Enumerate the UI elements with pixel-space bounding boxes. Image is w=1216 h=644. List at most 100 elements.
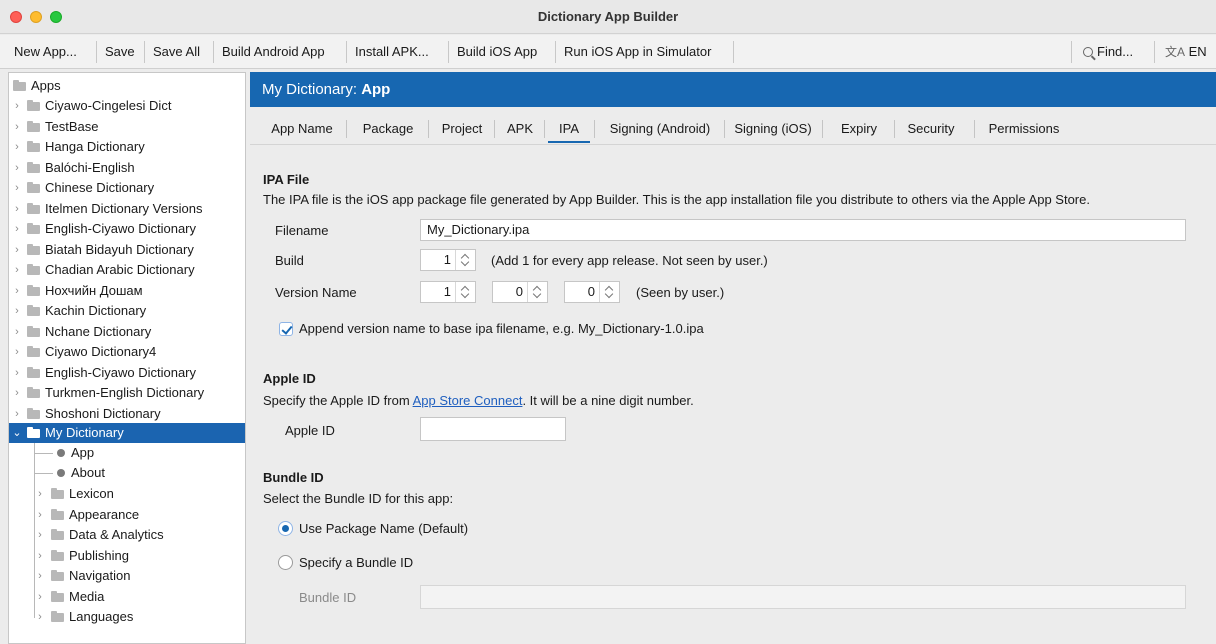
chevron-right-icon[interactable]: › (12, 178, 22, 198)
tree-item-shoshoni-dictionary[interactable]: › Shoshoni Dictionary (9, 404, 245, 424)
use-package-name-label[interactable]: Use Package Name (Default) (299, 521, 468, 536)
chevron-right-icon[interactable]: › (12, 117, 22, 137)
specify-bundle-id-label[interactable]: Specify a Bundle ID (299, 555, 413, 570)
stepper-arrows-icon[interactable] (599, 282, 619, 302)
folder-icon (51, 570, 64, 581)
append-version-checkbox[interactable] (279, 322, 293, 336)
tree-item-english-ciyawo-dictionary[interactable]: › English-Ciyawo Dictionary (9, 363, 245, 383)
save-button[interactable]: Save (100, 41, 140, 63)
version-major-stepper[interactable]: 1 (420, 281, 476, 303)
stepper-arrows-icon[interactable] (455, 250, 475, 270)
tree-item-chinese-dictionary[interactable]: › Chinese Dictionary (9, 178, 245, 198)
tab-signing-ios[interactable]: Signing (iOS) (728, 115, 818, 143)
tree-item-itelmen-dictionary-versions[interactable]: › Itelmen Dictionary Versions (9, 199, 245, 219)
chevron-right-icon[interactable]: › (35, 525, 45, 545)
chevron-right-icon[interactable]: › (35, 484, 45, 504)
language-button[interactable]: 文A EN (1160, 41, 1212, 63)
tree-item-english-ciyawo-dictionary[interactable]: › English-Ciyawo Dictionary (9, 219, 245, 239)
chevron-right-icon[interactable]: › (12, 281, 22, 301)
apple-id-heading: Apple ID (263, 371, 316, 386)
tree-guide-line (35, 453, 53, 454)
find-button[interactable]: Find... (1078, 41, 1138, 63)
bundle-id-heading: Bundle ID (263, 470, 324, 485)
tab-project[interactable]: Project (432, 115, 492, 143)
chevron-right-icon[interactable]: › (12, 342, 22, 362)
tree-item-item[interactable]: › Нохчийн Дошам (9, 281, 245, 301)
tree-child-appearance[interactable]: › Appearance (9, 505, 245, 525)
tab-signing-android[interactable]: Signing (Android) (598, 115, 722, 143)
tree-item-ciyawo-dictionary4[interactable]: › Ciyawo Dictionary4 (9, 342, 245, 362)
chevron-down-icon[interactable]: ⌄ (12, 423, 22, 443)
version-minor-stepper[interactable]: 0 (492, 281, 548, 303)
chevron-right-icon[interactable]: › (12, 322, 22, 342)
tree-child-navigation[interactable]: › Navigation (9, 566, 245, 586)
chevron-right-icon[interactable]: › (12, 240, 22, 260)
specify-bundle-id-radio[interactable] (278, 555, 293, 570)
chevron-right-icon[interactable]: › (12, 260, 22, 280)
tab-app-name[interactable]: App Name (259, 115, 345, 143)
tree-child-data-analytics[interactable]: › Data & Analytics (9, 525, 245, 545)
tree-child-app[interactable]: App (9, 443, 245, 463)
tree-item-chadian-arabic-dictionary[interactable]: › Chadian Arabic Dictionary (9, 260, 245, 280)
install-apk-button[interactable]: Install APK... (350, 41, 434, 63)
tree-item-my-dictionary[interactable]: ⌄ My Dictionary (9, 423, 245, 443)
stepper-arrows-icon[interactable] (455, 282, 475, 302)
run-ios-simulator-button[interactable]: Run iOS App in Simulator (559, 41, 716, 63)
tree-child-about[interactable]: About (9, 463, 245, 483)
chevron-right-icon[interactable]: › (12, 137, 22, 157)
tree-item-kachin-dictionary[interactable]: › Kachin Dictionary (9, 301, 245, 321)
build-android-button[interactable]: Build Android App (217, 41, 330, 63)
tree-item-testbase[interactable]: › TestBase (9, 117, 245, 137)
use-package-name-radio[interactable] (278, 521, 293, 536)
append-version-label[interactable]: Append version name to base ipa filename… (299, 321, 704, 336)
toolbar-separator (144, 41, 145, 63)
tab-apk[interactable]: APK (498, 115, 542, 143)
tab-security[interactable]: Security (898, 115, 964, 143)
ipa-file-heading: IPA File (263, 172, 310, 187)
apple-id-input[interactable] (420, 417, 566, 441)
chevron-right-icon[interactable]: › (35, 566, 45, 586)
build-ios-button[interactable]: Build iOS App (452, 41, 542, 63)
tree-item-hanga-dictionary[interactable]: › Hanga Dictionary (9, 137, 245, 157)
apple-id-label: Apple ID (285, 423, 335, 438)
tree-item-bal-chi-english[interactable]: › Balóchi-English (9, 158, 245, 178)
tree-child-media[interactable]: › Media (9, 587, 245, 607)
chevron-right-icon[interactable]: › (12, 404, 22, 424)
tab-package[interactable]: Package (350, 115, 426, 143)
app-store-connect-link[interactable]: App Store Connect (413, 393, 523, 408)
tree-item-turkmen-english-dictionary[interactable]: › Turkmen-English Dictionary (9, 383, 245, 403)
tree-item-nchane-dictionary[interactable]: › Nchane Dictionary (9, 322, 245, 342)
chevron-right-icon[interactable]: › (12, 158, 22, 178)
folder-icon (51, 611, 64, 622)
app-tree[interactable]: Apps › Ciyawo-Cingelesi Dict › TestBase › Han… (8, 72, 246, 644)
leaf-dot-icon (57, 449, 65, 457)
chevron-right-icon[interactable]: › (35, 587, 45, 607)
chevron-right-icon[interactable]: › (12, 363, 22, 383)
chevron-right-icon[interactable]: › (12, 199, 22, 219)
chevron-right-icon[interactable]: › (35, 607, 45, 627)
chevron-right-icon[interactable]: › (12, 219, 22, 239)
chevron-right-icon[interactable]: › (35, 505, 45, 525)
new-app-button[interactable]: New App... (9, 41, 82, 63)
bundle-id-input[interactable] (420, 585, 1186, 609)
tree-child-lexicon[interactable]: › Lexicon (9, 484, 245, 504)
tab-expiry[interactable]: Expiry (826, 115, 892, 143)
tab-permissions[interactable]: Permissions (978, 115, 1070, 143)
stepper-arrows-icon[interactable] (527, 282, 547, 302)
tree-child-languages[interactable]: › Languages (9, 607, 245, 627)
tab-bar: App Name Package Project APK IPA Signing… (250, 107, 1216, 145)
chevron-right-icon[interactable]: › (35, 546, 45, 566)
tree-child-publishing[interactable]: › Publishing (9, 546, 245, 566)
tree-item-biatah-bidayuh-dictionary[interactable]: › Biatah Bidayuh Dictionary (9, 240, 245, 260)
tree-root-apps[interactable]: Apps (9, 76, 245, 96)
filename-input[interactable]: My_Dictionary.ipa (420, 219, 1186, 241)
version-patch-stepper[interactable]: 0 (564, 281, 620, 303)
save-all-button[interactable]: Save All (148, 41, 205, 63)
tab-ipa[interactable]: IPA (548, 115, 590, 143)
tree-item-ciyawo-cingelesi-dict[interactable]: › Ciyawo-Cingelesi Dict (9, 96, 245, 116)
chevron-right-icon[interactable]: › (12, 96, 22, 116)
chevron-right-icon[interactable]: › (12, 383, 22, 403)
folder-icon (51, 549, 64, 561)
chevron-right-icon[interactable]: › (12, 301, 22, 321)
build-stepper[interactable]: 1 (420, 249, 476, 271)
